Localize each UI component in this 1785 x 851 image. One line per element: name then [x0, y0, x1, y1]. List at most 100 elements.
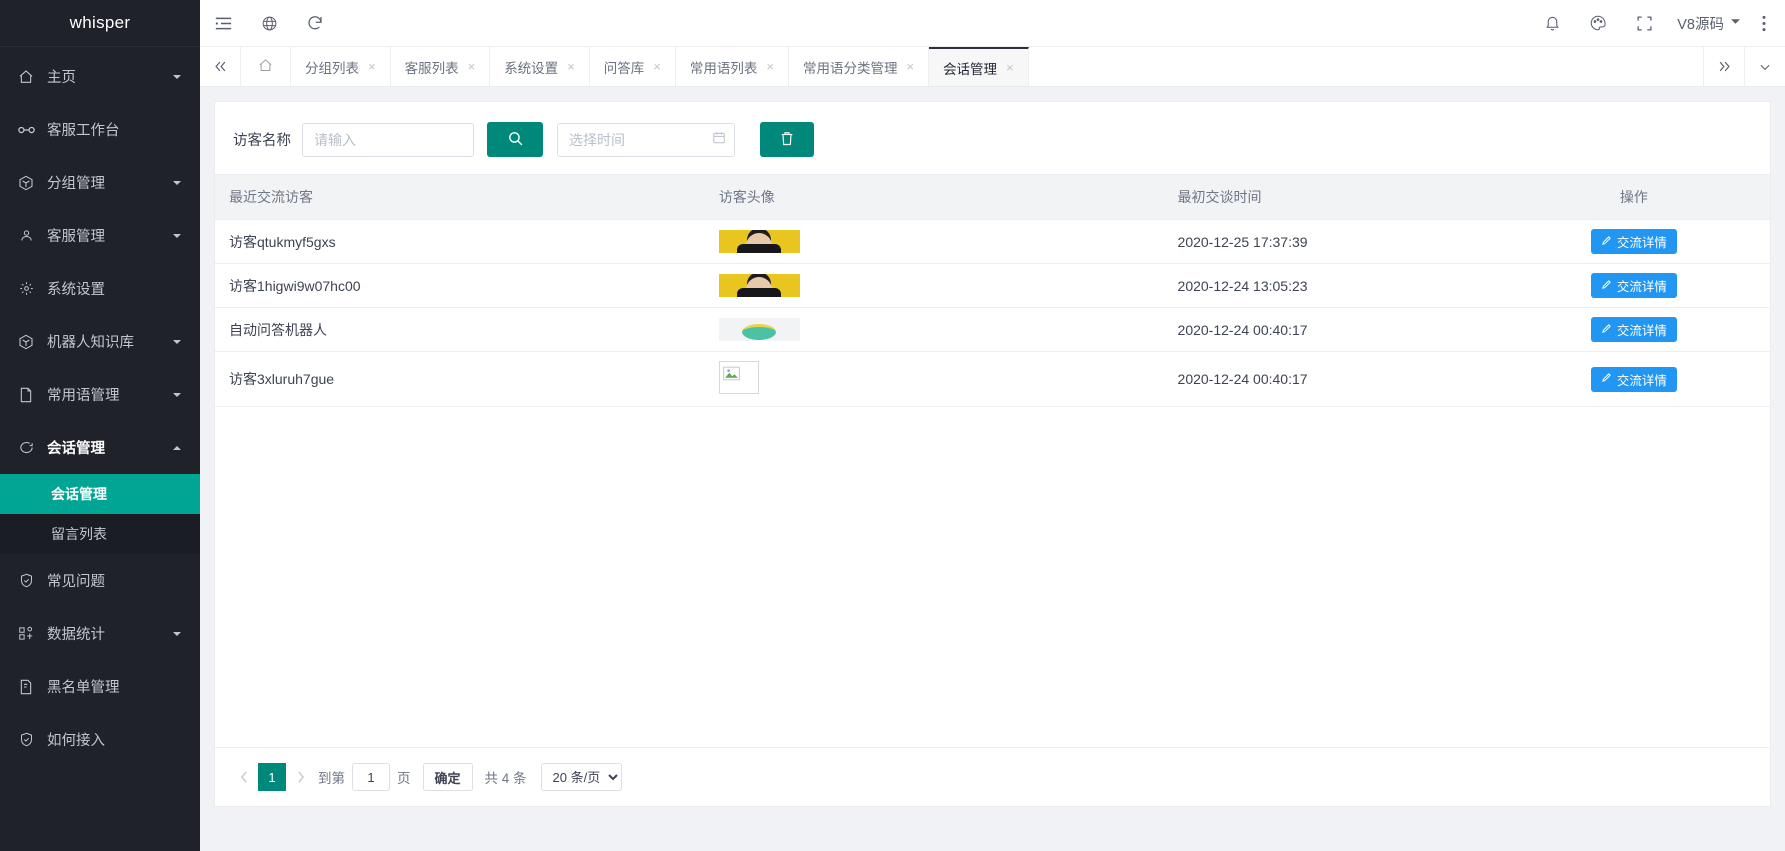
table-row[interactable]: 自动问答机器人 2020-12-24 00:40:17: [215, 308, 1770, 352]
search-icon: [507, 130, 524, 150]
close-icon[interactable]: ×: [368, 60, 376, 73]
col-header-visitor: 最近交流访客: [215, 175, 705, 220]
table-row[interactable]: 访客3xluruh7gue 2020-12-24 00:40:17: [215, 352, 1770, 407]
sidebar-subitem-message-list[interactable]: 留言列表: [0, 514, 200, 554]
sidebar-item-workbench[interactable]: 客服工作台: [0, 103, 200, 156]
sidebar-item-label: 系统设置: [47, 278, 171, 299]
view-detail-label: 交流详情: [1617, 232, 1667, 251]
tab-phrase-category-management[interactable]: 常用语分类管理 ×: [789, 47, 929, 86]
cell-avatar: [705, 308, 1164, 352]
chevron-down-icon: [171, 389, 183, 401]
confirm-page-button[interactable]: 确定: [423, 763, 473, 791]
double-chevron-left-icon[interactable]: [200, 47, 241, 86]
refresh-icon[interactable]: [292, 0, 338, 47]
sidebar-item-label: 如何接入: [47, 729, 171, 750]
sidebar-item-label: 数据统计: [47, 623, 171, 644]
double-chevron-right-icon[interactable]: [1703, 47, 1744, 86]
shield-check-icon: [16, 730, 36, 750]
chevron-down-icon: [171, 336, 183, 348]
sidebar-item-faq[interactable]: 常见问题: [0, 554, 200, 607]
sidebar-item-session-management[interactable]: 会话管理: [0, 421, 200, 474]
col-header-time: 最初交谈时间: [1164, 175, 1498, 220]
cube-icon: [16, 173, 36, 193]
table-row[interactable]: 访客qtukmyf5gxs 2020-12-25 17:37:39: [215, 220, 1770, 264]
cell-actions: 交流详情: [1498, 264, 1770, 308]
cell-actions: 交流详情: [1498, 308, 1770, 352]
content-area: 访客名称: [200, 87, 1785, 807]
view-detail-button[interactable]: 交流详情: [1591, 367, 1677, 392]
goto-page-input[interactable]: [352, 763, 390, 791]
cube-icon: [16, 332, 36, 352]
sidebar-subitem-label: 会话管理: [51, 484, 107, 504]
close-icon[interactable]: ×: [906, 60, 914, 73]
globe-icon[interactable]: [246, 0, 292, 47]
sidebar-subitem-session-management[interactable]: 会话管理: [0, 474, 200, 514]
tab-group-list[interactable]: 分组列表 ×: [291, 47, 391, 86]
sidebar-item-statistics[interactable]: 数据统计: [0, 607, 200, 660]
tab-system-settings[interactable]: 系统设置 ×: [490, 47, 590, 86]
sidebar-item-how-to-access[interactable]: 如何接入: [0, 713, 200, 766]
headset-icon: [16, 120, 36, 140]
view-detail-label: 交流详情: [1617, 320, 1667, 339]
cell-visitor: 访客qtukmyf5gxs: [215, 220, 705, 264]
sidebar-item-label: 会话管理: [47, 437, 171, 458]
note-icon: [16, 385, 36, 405]
no-arrow: [171, 681, 183, 693]
tab-dropdown-icon[interactable]: [1744, 47, 1785, 86]
sidebar-item-system-settings[interactable]: 系统设置: [0, 262, 200, 315]
delete-button[interactable]: [760, 122, 814, 157]
sidebar-item-label: 常见问题: [47, 570, 171, 591]
chevron-right-icon[interactable]: [289, 763, 311, 791]
close-icon[interactable]: ×: [653, 60, 661, 73]
sidebar-item-phrase-management[interactable]: 常用语管理: [0, 368, 200, 421]
tab-qa-library[interactable]: 问答库 ×: [590, 47, 676, 86]
no-arrow: [171, 734, 183, 746]
gear-icon: [16, 279, 36, 299]
goto-prefix-label: 到第: [318, 767, 345, 787]
table-row[interactable]: 访客1higwi9w07hc00 2020-12-24 13:05:23: [215, 264, 1770, 308]
user-menu[interactable]: V8源码: [1667, 13, 1751, 34]
tab-agent-list[interactable]: 客服列表 ×: [391, 47, 491, 86]
tab-label: 常用语分类管理: [803, 57, 898, 77]
chevron-down-icon: [171, 177, 183, 189]
close-icon[interactable]: ×: [567, 60, 575, 73]
page-size-select[interactable]: 20 条/页: [541, 763, 622, 791]
close-icon[interactable]: ×: [1006, 61, 1014, 74]
more-vertical-icon[interactable]: [1751, 0, 1777, 47]
sidebar-item-home[interactable]: 主页: [0, 50, 200, 103]
view-detail-label: 交流详情: [1617, 370, 1667, 389]
tab-label: 分组列表: [305, 57, 359, 77]
view-detail-button[interactable]: 交流详情: [1591, 229, 1677, 254]
search-button[interactable]: [487, 122, 543, 157]
tab-home[interactable]: [241, 47, 291, 86]
menu-fold-icon[interactable]: [200, 0, 246, 47]
sidebar-subitem-label: 留言列表: [51, 524, 107, 544]
sidebar-item-robot-knowledge[interactable]: 机器人知识库: [0, 315, 200, 368]
palette-icon[interactable]: [1575, 0, 1621, 47]
view-detail-button[interactable]: 交流详情: [1591, 273, 1677, 298]
topbar-right-actions: V8源码: [1529, 0, 1785, 47]
sidebar-item-blacklist[interactable]: 黑名单管理: [0, 660, 200, 713]
goto-suffix-label: 页: [397, 767, 411, 787]
tab-session-management[interactable]: 会话管理 ×: [929, 47, 1029, 86]
fullscreen-icon[interactable]: [1621, 0, 1667, 47]
avatar: [719, 274, 800, 297]
sidebar-item-group-management[interactable]: 分组管理: [0, 156, 200, 209]
close-icon[interactable]: ×: [468, 60, 476, 73]
pagination: 1 到第 页 确定 共 4 条 20 条/页: [215, 747, 1770, 806]
chevron-left-icon[interactable]: [233, 763, 255, 791]
sidebar-item-agent-management[interactable]: 客服管理: [0, 209, 200, 262]
date-input[interactable]: [557, 123, 735, 157]
visitor-name-input[interactable]: [302, 123, 474, 157]
view-detail-button[interactable]: 交流详情: [1591, 317, 1677, 342]
visitor-name-label: 访客名称: [233, 129, 291, 150]
tab-label: 会话管理: [943, 58, 997, 78]
date-picker[interactable]: [557, 123, 735, 157]
sessions-table: 最近交流访客 访客头像 最初交谈时间 操作 访客qtukmyf5gxs: [215, 174, 1770, 407]
chevron-down-icon: [1730, 15, 1741, 31]
cell-avatar: [705, 352, 1164, 407]
tab-phrase-list[interactable]: 常用语列表 ×: [676, 47, 789, 86]
page-number-1[interactable]: 1: [258, 763, 286, 791]
bell-icon[interactable]: [1529, 0, 1575, 47]
close-icon[interactable]: ×: [766, 60, 774, 73]
